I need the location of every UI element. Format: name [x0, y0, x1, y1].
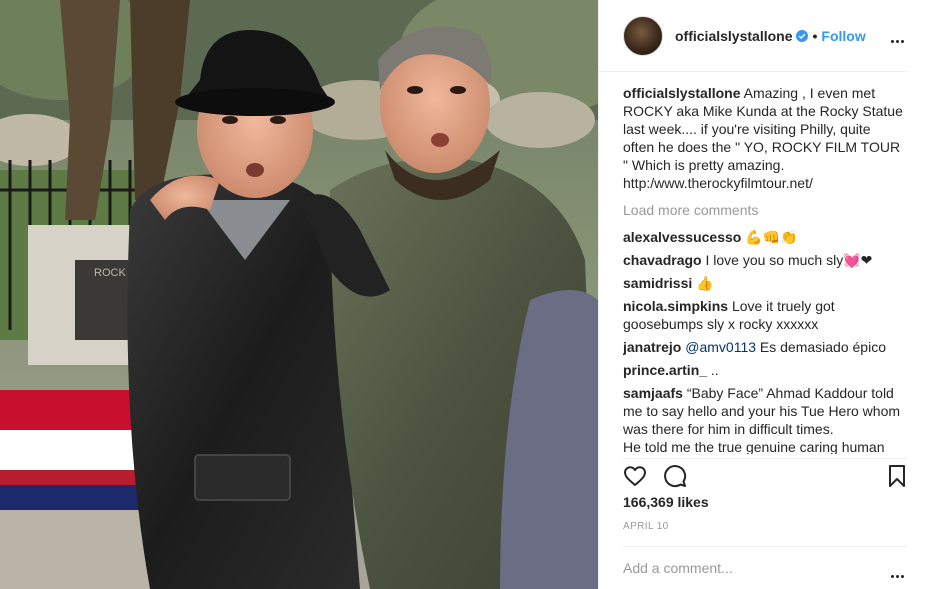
header-username[interactable]: officialslystallone — [675, 28, 792, 44]
comment-username[interactable]: prince.artin_ — [623, 362, 707, 378]
post-photo[interactable]: ROCK — [0, 0, 598, 589]
comment-text-overflow: He told me the true genuine caring human — [623, 439, 885, 454]
heart-icon[interactable] — [623, 464, 647, 488]
comment-username[interactable]: chavadrago — [623, 252, 702, 268]
caption-line: last week.... if you're visiting Philly,… — [623, 121, 871, 137]
comment-username[interactable]: janatrejo — [623, 339, 681, 355]
comment-username[interactable]: samidrissi — [623, 275, 692, 291]
comments-list: officialslystallone Amazing , I even met… — [623, 84, 907, 454]
caption-line: Amazing , I even met — [743, 85, 876, 101]
post-header: officialslystallone • Follow — [599, 0, 907, 72]
more-options-icon[interactable] — [891, 565, 907, 578]
add-comment-input[interactable]: Add a comment... — [623, 560, 891, 576]
add-comment-bar: Add a comment... — [623, 546, 907, 589]
likes-count[interactable]: 166,369 likes — [623, 494, 709, 510]
post-date[interactable]: APRIL 10 — [623, 521, 669, 532]
bookmark-icon[interactable] — [887, 464, 907, 488]
comment-text: I love you so much sly💓❤ — [705, 252, 873, 268]
post-details-panel: officialslystallone • Follow officialslyst… — [598, 0, 927, 589]
header-user: officialslystallone • Follow — [675, 28, 866, 44]
comment-text: .. — [710, 362, 719, 378]
caption-line: often he does the " YO, ROCKY FILM TOUR — [623, 139, 901, 155]
verified-badge-icon — [796, 29, 809, 42]
more-options-icon[interactable] — [891, 30, 907, 43]
comment-item: samidrissi 👍 — [623, 274, 907, 292]
comment-text: 👍 — [696, 275, 714, 291]
caption-line: ROCKY aka Mike Kunda at the Rocky Statue — [623, 103, 903, 119]
comment-item: prince.artin_ .. — [623, 361, 907, 379]
comment-item: nicola.simpkins Love it truely got goose… — [623, 297, 907, 333]
comment-mention[interactable]: @amv0113 — [685, 339, 756, 355]
comment-item: samjaafs “Baby Face” Ahmad Kaddour told … — [623, 384, 907, 454]
comment-username[interactable]: nicola.simpkins — [623, 298, 728, 314]
follow-button[interactable]: Follow — [821, 28, 865, 44]
caption-link[interactable]: http:/www.therockyfilmtour.net/ — [623, 175, 813, 191]
comment-item: janatrejo @amv0113 Es demasiado épico — [623, 338, 907, 356]
comment-item: chavadrago I love you so much sly💓❤ — [623, 251, 907, 269]
post-caption: officialslystallone Amazing , I even met… — [623, 84, 907, 192]
comment-bubble-icon[interactable] — [663, 464, 687, 488]
caption-line: " Which is pretty amazing. — [623, 157, 785, 173]
load-more-comments-button[interactable]: Load more comments — [623, 201, 907, 219]
plaque-text: ROCK — [94, 267, 126, 279]
caption-username[interactable]: officialslystallone — [623, 85, 740, 101]
comment-text: 💪👊👏 — [745, 229, 798, 245]
photo-illustration: ROCK — [0, 0, 598, 589]
comment-item: alexalvessucesso 💪👊👏 — [623, 228, 907, 246]
comment-username[interactable]: samjaafs — [623, 385, 683, 401]
header-separator: • — [812, 27, 818, 44]
comment-text: Es demasiado épico — [756, 339, 886, 355]
post-actions-bar — [623, 458, 907, 488]
avatar[interactable] — [623, 15, 663, 56]
instagram-post-view: ROCK officialslystallone • Follow offici… — [0, 0, 927, 589]
comment-username[interactable]: alexalvessucesso — [623, 229, 741, 245]
